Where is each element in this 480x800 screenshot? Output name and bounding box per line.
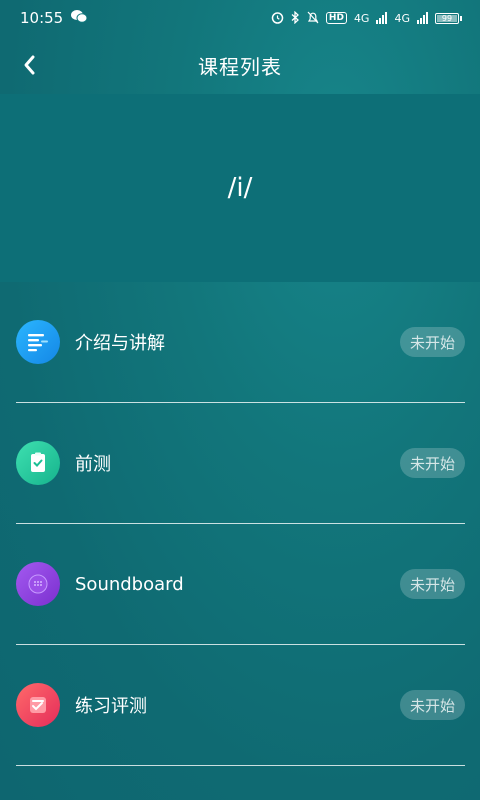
status-badge: 未开始 (399, 327, 465, 357)
battery-icon: 99 (435, 12, 462, 24)
header: 课程列表 (0, 36, 480, 94)
signal-2-icon (417, 12, 428, 24)
mute-bell-icon (307, 11, 319, 26)
lesson-list: 介绍与讲解 未开始 前测 未开始 Soundboard 未开始 练习评测 未开始 (16, 282, 465, 766)
speaker-grid-icon (16, 562, 60, 606)
lesson-label: Soundboard (75, 573, 184, 595)
status-bar: 10:55 HD 4G 4G 99 (0, 0, 480, 36)
lesson-item-soundboard[interactable]: Soundboard 未开始 (16, 524, 465, 645)
phoneme-banner: /i/ (0, 94, 480, 282)
net-4g-2: 4G (394, 11, 410, 25)
status-badge: 未开始 (399, 690, 465, 720)
wechat-icon (71, 9, 88, 27)
lesson-label: 练习评测 (75, 696, 147, 717)
alarm-icon (271, 11, 284, 26)
net-4g-1: 4G (353, 11, 370, 25)
status-badge: 未开始 (399, 569, 465, 599)
phoneme-text: /i/ (227, 173, 253, 203)
lesson-item-practice[interactable]: 练习评测 未开始 (16, 645, 465, 766)
status-left: 10:55 (20, 9, 88, 27)
chevron-left-icon (24, 55, 35, 75)
lesson-item-intro[interactable]: 介绍与讲解 未开始 (16, 282, 465, 403)
page-title: 课程列表 (198, 54, 282, 79)
practice-card-icon (16, 683, 60, 727)
hd-badge: HD (325, 12, 347, 24)
signal-1-icon (376, 12, 388, 24)
lesson-label: 介绍与讲解 (75, 333, 165, 354)
status-right: HD 4G 4G 99 (271, 10, 462, 26)
status-time: 10:55 (20, 9, 64, 27)
document-lines-icon (16, 320, 60, 364)
bluetooth-icon (291, 10, 300, 26)
back-button[interactable] (14, 50, 44, 80)
lesson-label: 前测 (75, 454, 111, 475)
clipboard-check-icon (16, 441, 60, 485)
battery-level: 99 (441, 13, 453, 23)
status-badge: 未开始 (399, 448, 465, 478)
lesson-item-pretest[interactable]: 前测 未开始 (16, 403, 465, 524)
